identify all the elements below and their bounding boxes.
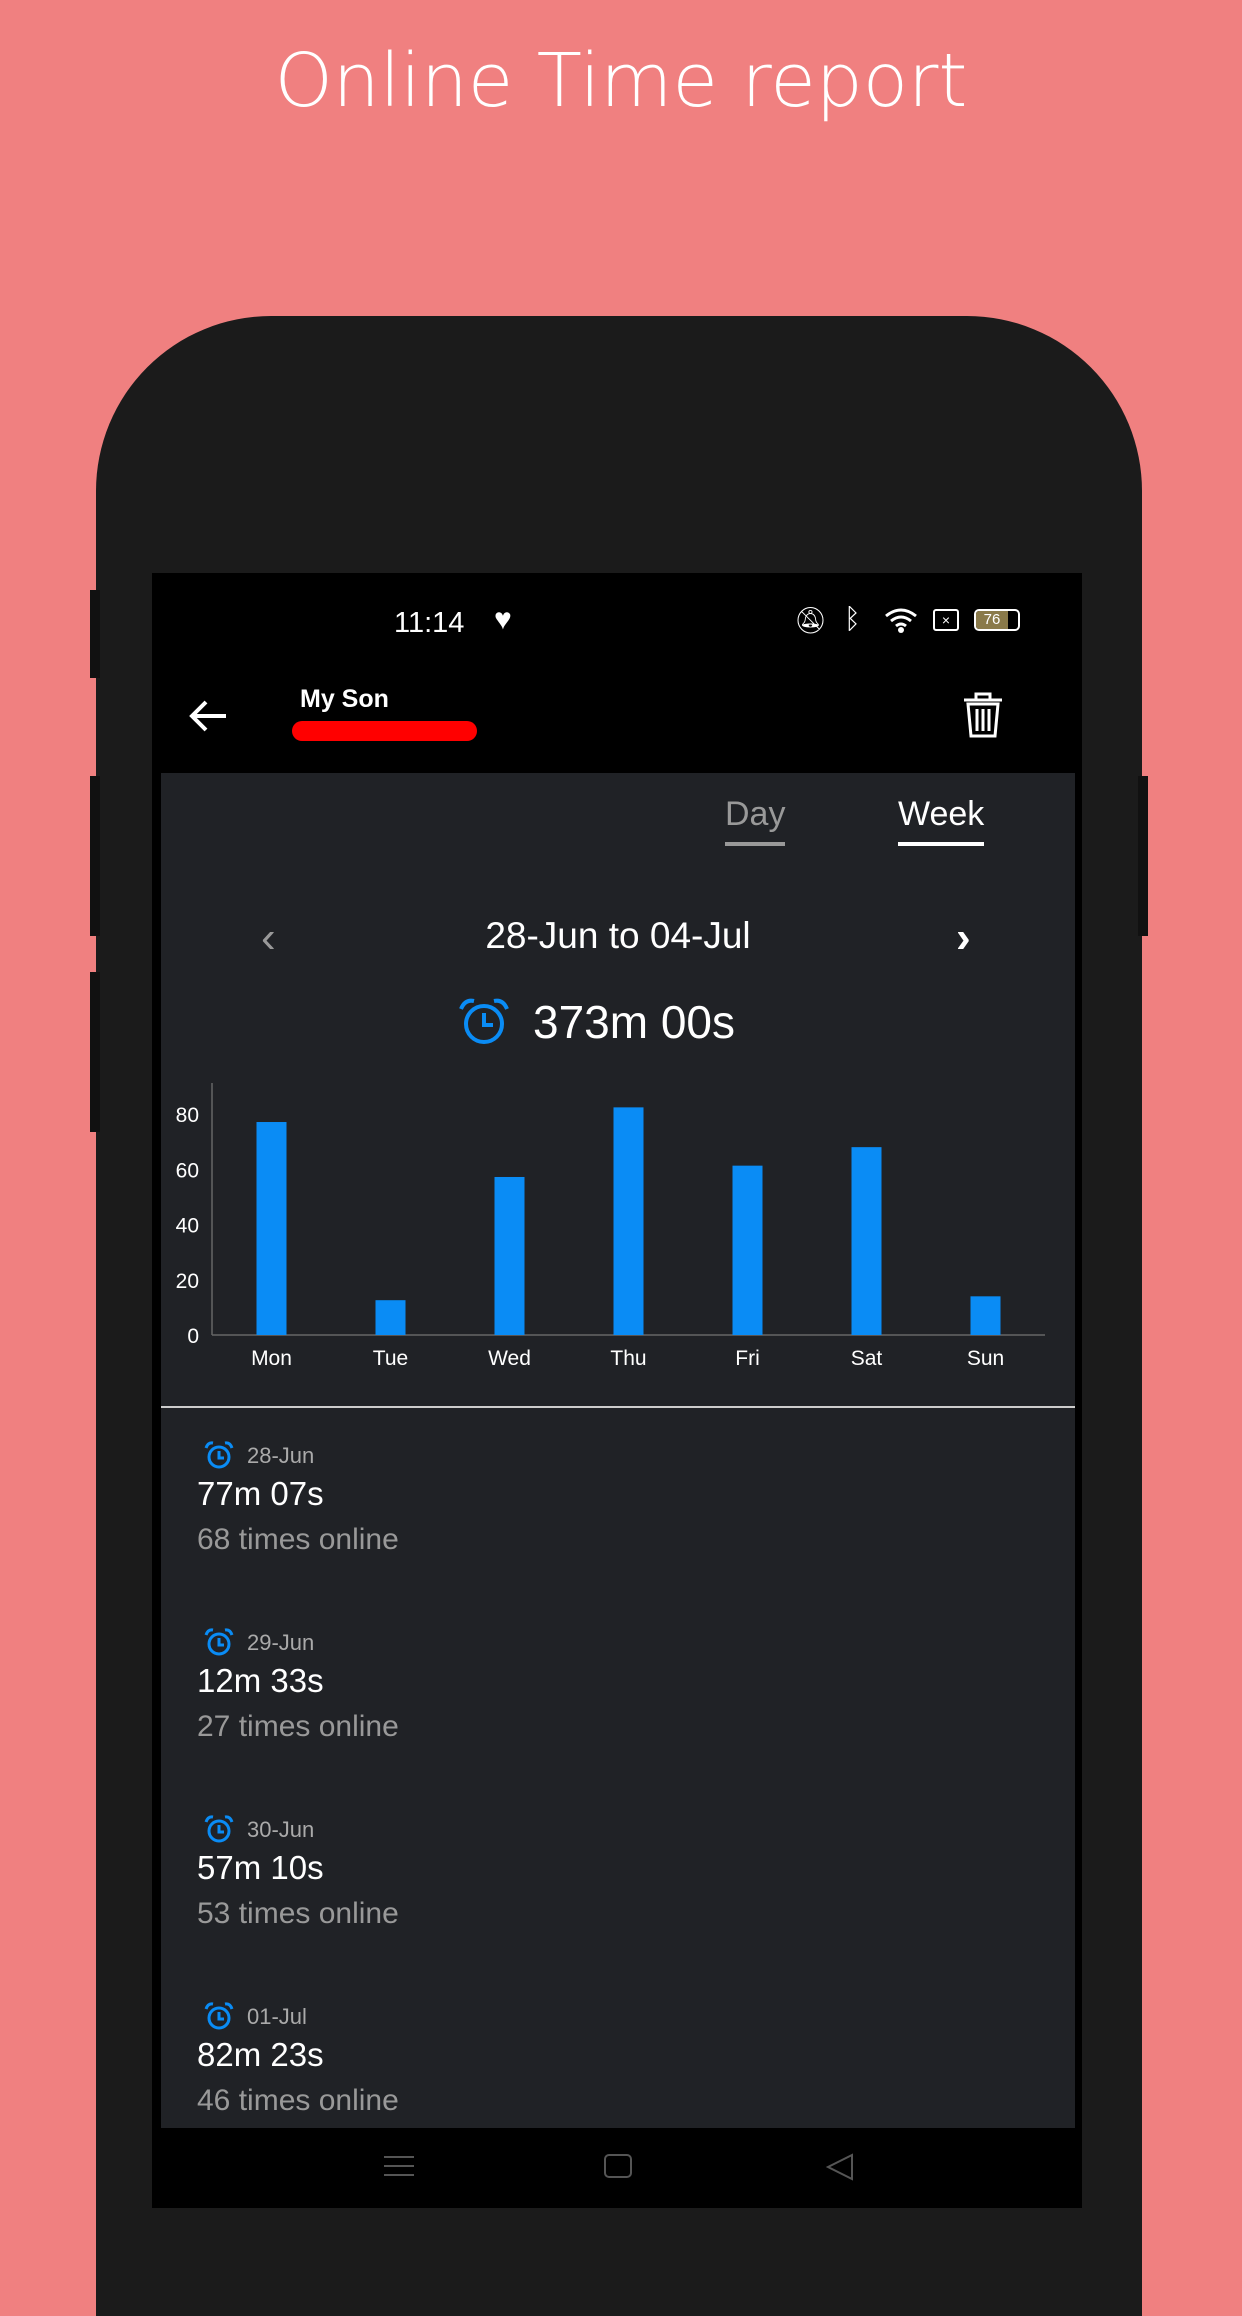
entry-count: 53 times online [197, 1897, 399, 1930]
mute-vibrate-icon: 🔕︎ [794, 605, 828, 635]
volume-up-button [90, 776, 100, 936]
divider [161, 1406, 1075, 1408]
screen: 11:14 ♥ 🔕︎ ᛒ × 76 My Son Day Week ‹ 28-J… [152, 573, 1082, 2208]
menu-icon[interactable] [384, 2156, 414, 2176]
next-week-button[interactable]: › [956, 913, 971, 963]
entry-duration: 12m 33s [197, 1662, 324, 1699]
y-tick-label: 60 [176, 1159, 199, 1182]
day-entry[interactable]: 29-Jun 12m 33s 27 times online [197, 1628, 399, 1744]
bar-thu [613, 1107, 644, 1335]
status-bar: 11:14 ♥ 🔕︎ ᛒ × 76 [152, 573, 1082, 661]
report-panel: Day Week ‹ 28-Jun to 04-Jul › 373m 00s 0… [161, 773, 1075, 2128]
back-arrow-icon[interactable] [188, 699, 228, 733]
bar-mon [256, 1122, 287, 1335]
alarm-clock-icon [204, 1628, 234, 1656]
bar-sun [970, 1296, 1001, 1335]
x-tick-label: Wed [488, 1347, 531, 1370]
side-button [90, 590, 100, 678]
back-icon[interactable] [824, 2152, 854, 2182]
x-tick-label: Sun [967, 1347, 1004, 1370]
system-nav-bar [152, 2128, 1082, 2208]
bar-tue [375, 1300, 406, 1335]
x-tick-label: Mon [251, 1347, 292, 1370]
entry-date: 01-Jul [247, 2004, 307, 2029]
entry-duration: 57m 10s [197, 1849, 324, 1886]
bar-wed [494, 1176, 525, 1335]
promo-title: Online Time report [274, 38, 968, 124]
entry-count: 46 times online [197, 2084, 399, 2117]
day-entry[interactable]: 01-Jul 82m 23s 46 times online [197, 2002, 399, 2118]
entry-count: 27 times online [197, 1710, 399, 1743]
clock: 11:14 [394, 607, 465, 639]
alarm-clock-icon [204, 2002, 234, 2030]
entry-date: 29-Jun [247, 1630, 315, 1655]
y-tick-label: 20 [176, 1270, 199, 1293]
x-tick-label: Sat [851, 1347, 883, 1370]
wifi-icon [885, 608, 917, 633]
day-entry[interactable]: 30-Jun 57m 10s 53 times online [197, 1815, 399, 1931]
bar-sat [851, 1147, 882, 1335]
battery-level: 76 [976, 611, 1008, 629]
battery-icon: 76 [974, 609, 1020, 631]
contact-name: My Son [300, 685, 389, 713]
alarm-clock-icon [204, 1441, 234, 1469]
x-tick-label: Fri [735, 1347, 760, 1370]
volume-down-button [90, 972, 100, 1132]
total-time: 373m 00s [533, 996, 736, 1048]
redacted-number [292, 721, 477, 741]
y-tick-label: 80 [176, 1104, 199, 1127]
heart-icon: ♥ [494, 603, 512, 636]
entry-date: 30-Jun [247, 1817, 315, 1842]
alarm-clock-icon [459, 998, 509, 1044]
tab-day[interactable]: Day [725, 795, 786, 846]
home-icon[interactable] [604, 2154, 632, 2178]
bar-fri [732, 1165, 763, 1335]
alarm-clock-icon [204, 1815, 234, 1843]
entry-duration: 77m 07s [197, 1475, 324, 1512]
entry-count: 68 times online [197, 1523, 399, 1556]
date-range: 28-Jun to 04-Jul [485, 915, 751, 956]
entry-date: 28-Jun [247, 1443, 315, 1468]
x-tick-label: Thu [610, 1347, 646, 1370]
y-tick-label: 40 [176, 1215, 199, 1238]
no-sim-icon: × [933, 609, 959, 631]
trash-icon[interactable] [960, 691, 1006, 739]
day-entry[interactable]: 28-Jun 77m 07s 68 times online [197, 1441, 399, 1557]
app-bar: My Son [152, 661, 1082, 773]
y-tick-label: 0 [187, 1325, 199, 1348]
bluetooth-icon: ᛒ [844, 603, 861, 634]
weekly-bar-chart: 0 20 40 60 80 Mon Tue Wed Thu Fri Sat Sun [176, 1083, 1045, 1370]
entry-duration: 82m 23s [197, 2036, 324, 2073]
power-button [1138, 776, 1148, 936]
tab-week[interactable]: Week [898, 795, 985, 846]
x-tick-label: Tue [373, 1347, 408, 1370]
